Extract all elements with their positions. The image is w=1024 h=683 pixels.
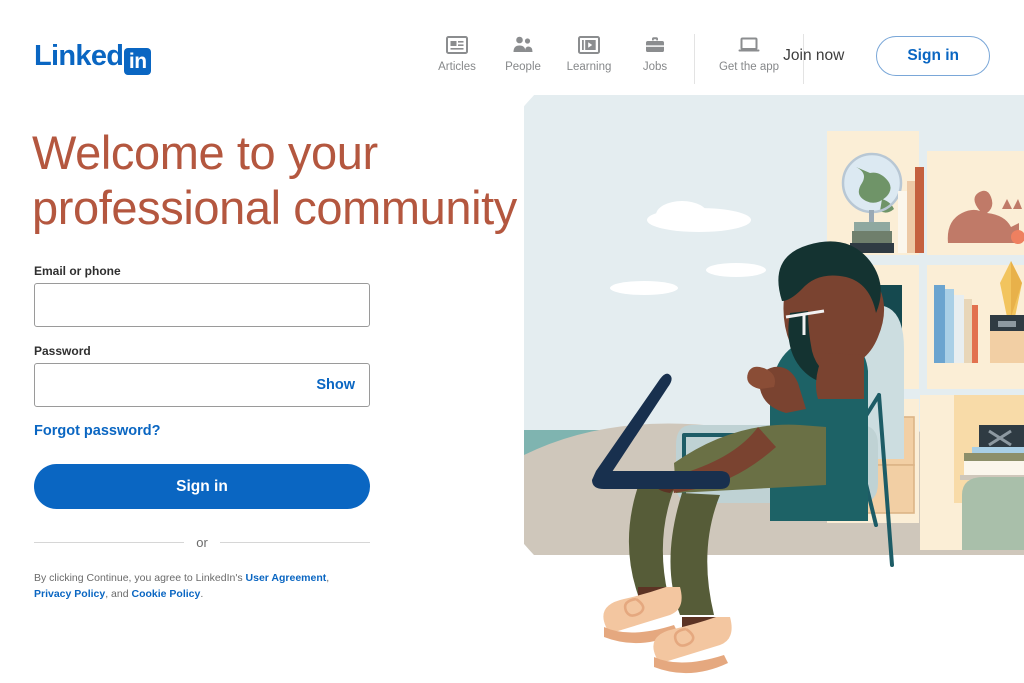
or-divider: or: [34, 535, 370, 550]
page-title: Welcome to your professional community: [32, 126, 517, 235]
password-field-box[interactable]: Show: [34, 363, 370, 407]
learning-icon: [578, 34, 600, 56]
forgot-password-link[interactable]: Forgot password?: [34, 423, 160, 439]
nav-label-people: People: [505, 61, 541, 73]
legal-sep-2: , and: [105, 588, 132, 601]
jobs-icon: [644, 34, 666, 56]
legal-suffix: .: [200, 588, 204, 601]
laptop-icon: [737, 34, 761, 56]
nav-label-jobs: Jobs: [642, 61, 668, 73]
linkedin-signin-page: Linked in Articles People Learning Jobs …: [0, 0, 1024, 683]
room-foreground: [920, 395, 1024, 550]
privacy-policy-link[interactable]: Privacy Policy: [34, 588, 105, 600]
nav-item-learning[interactable]: Learning: [556, 34, 622, 73]
sign-in-submit-button[interactable]: Sign in: [34, 464, 370, 509]
show-password-button[interactable]: Show: [316, 377, 355, 393]
password-label: Password: [34, 344, 91, 358]
or-divider-line-right: [219, 542, 370, 543]
hero-illustration: [516, 95, 1024, 683]
user-agreement-link[interactable]: User Agreement: [246, 572, 327, 584]
auth-actions: Join now Sign in: [769, 36, 990, 76]
primary-nav: Articles People Learning Jobs Get the ap…: [424, 34, 810, 84]
or-divider-label: or: [196, 535, 208, 550]
linkedin-logo[interactable]: Linked in: [34, 40, 152, 75]
nav-label-articles: Articles: [438, 61, 476, 73]
email-field-box[interactable]: [34, 283, 370, 327]
nav-item-people[interactable]: People: [490, 34, 556, 73]
logo-in-badge: in: [124, 48, 152, 75]
email-label: Email or phone: [34, 264, 121, 278]
signin-form: Email or phone Password Show Forgot pass…: [34, 264, 370, 603]
nav-divider-left: [694, 34, 695, 84]
nav-item-jobs[interactable]: Jobs: [622, 34, 688, 73]
join-now-button[interactable]: Join now: [769, 39, 858, 73]
legal-sep-1: ,: [326, 572, 330, 584]
cookie-policy-link[interactable]: Cookie Policy: [132, 588, 201, 600]
or-divider-line-left: [34, 542, 185, 543]
legal-prefix: By clicking Continue, you agree to Linke…: [34, 572, 246, 584]
legal-disclaimer: By clicking Continue, you agree to Linke…: [34, 570, 352, 603]
email-input[interactable]: [35, 284, 369, 326]
people-icon: [512, 34, 534, 56]
nav-label-learning: Learning: [566, 61, 612, 73]
site-header: Linked in Articles People Learning Jobs …: [0, 0, 1024, 92]
sign-in-header-button[interactable]: Sign in: [876, 36, 990, 76]
nav-item-articles[interactable]: Articles: [424, 34, 490, 73]
articles-icon: [446, 34, 468, 56]
logo-wordmark: Linked: [34, 40, 124, 72]
